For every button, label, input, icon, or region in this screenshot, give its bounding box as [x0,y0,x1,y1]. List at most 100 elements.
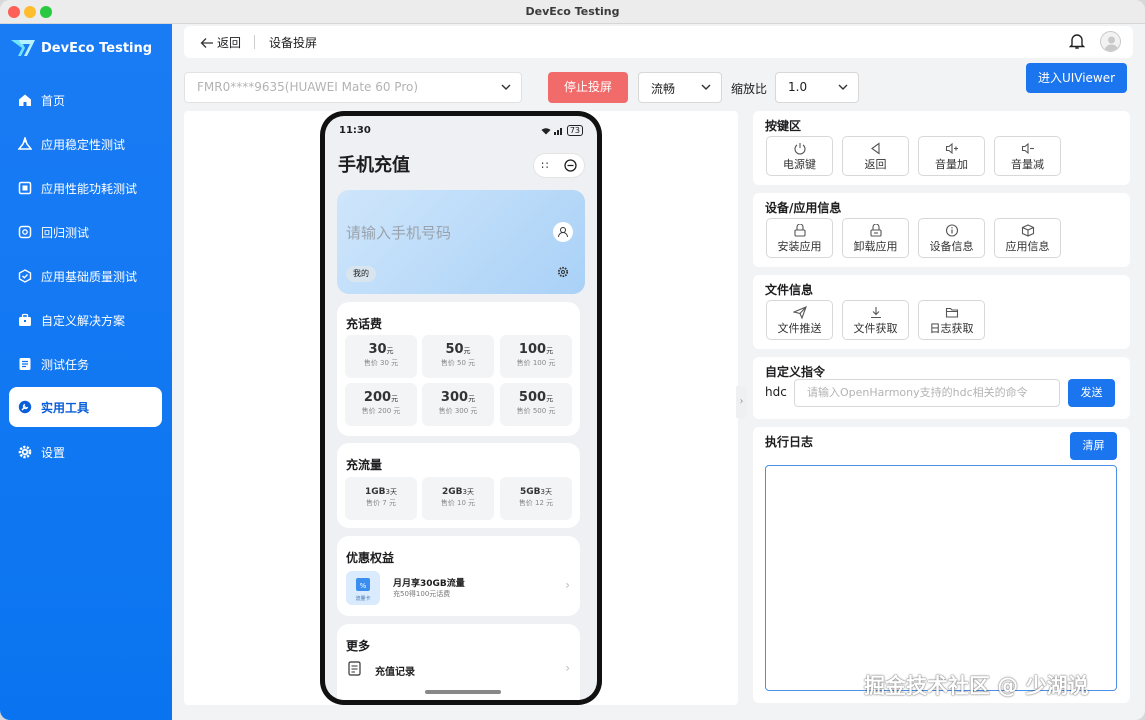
recharge-history-link[interactable]: 充值记录 [375,663,415,678]
zoom-label: 缩放比 [731,82,768,96]
uninstall-icon [869,224,882,237]
custom-command-title: 自定义指令 [765,365,826,379]
deveco-logo-icon [10,38,36,58]
chevron-right-icon[interactable]: › [565,578,570,592]
data-plan-option[interactable]: 5GB3天 售价 12 元 [500,477,572,520]
mine-chip[interactable]: 我的 [346,266,376,282]
uninstall-app-button[interactable]: 卸载应用 [842,218,909,258]
fee-price: 售价 500 元 [516,407,556,415]
fee-amount: 30 [368,342,387,357]
sidebar-item-test-tasks[interactable]: 测试任务 [9,344,162,384]
file-info-panel: 文件信息 文件推送 文件获取 日志获取 [753,275,1130,349]
back-button[interactable]: 返回 [200,34,241,51]
phone-screen[interactable]: 11:30 73 手机充值 ∷ 请输入手机号码 我的 充话费 30元 售价 30… [325,116,597,700]
plan-price: 售价 7 元 [366,499,396,507]
sidebar-item-label: 应用性能功耗测试 [41,181,138,196]
sidebar-item-utilities[interactable]: 实用工具 [9,387,162,427]
call-fee-option[interactable]: 300元 售价 300 元 [422,383,494,426]
fee-unit: 元 [386,347,394,355]
button-label: 电源键 [783,158,816,171]
plan-duration: 3天 [385,488,397,496]
sidebar-item-stability[interactable]: 应用稳定性测试 [9,124,162,164]
home-icon [17,92,33,108]
quality-icon [17,268,33,284]
receipt-icon [348,661,361,676]
avatar[interactable] [1100,31,1121,52]
plan-price: 售价 12 元 [518,499,554,507]
more-dots-icon[interactable]: ∷ [542,159,549,172]
info-icon [945,224,958,237]
sidebar-item-label: 自定义解决方案 [41,313,126,328]
performance-icon [17,180,33,196]
file-push-button[interactable]: 文件推送 [766,300,833,340]
call-fee-option[interactable]: 30元 售价 30 元 [345,335,417,378]
custom-command-panel: 自定义指令 hdc 请输入OpenHarmony支持的hdc相关的命令 发送 [753,357,1130,419]
sidebar-item-settings[interactable]: 设置 [9,432,162,472]
button-label: 返回 [864,158,887,171]
promo-subtitle: 充50得100元话费 [393,590,451,598]
device-select[interactable]: FMR0****9635(HUAWEI Mate 60 Pro) [184,72,522,103]
send-command-button[interactable]: 发送 [1068,379,1115,407]
data-card-icon: % 流量卡 [346,571,380,605]
call-fee-card: 充话费 30元 售价 30 元 50元 售价 50 元 100元 售价 100 元 2… [337,302,580,436]
phone-frame: 11:30 73 手机充值 ∷ 请输入手机号码 我的 充话费 30元 售价 30… [320,111,602,705]
data-plan-option[interactable]: 2GB3天 售价 10 元 [422,477,494,520]
benefits-card: 优惠权益 % 流量卡 月月享30GB流量 充50得100元话费 › [337,536,580,616]
home-indicator[interactable] [425,690,501,694]
log-output[interactable] [765,465,1117,691]
install-app-button[interactable]: 安装应用 [766,218,833,258]
phone-number-input[interactable]: 请输入手机号码 [346,222,451,243]
settings-icon[interactable] [557,266,569,281]
call-fee-option[interactable]: 500元 售价 500 元 [500,383,572,426]
button-label: 日志获取 [929,322,974,335]
bell-icon[interactable] [1068,33,1086,53]
zoom-select[interactable]: 1.0 [775,72,859,103]
chevron-down-icon [838,84,848,90]
device-info-button[interactable]: 设备信息 [918,218,985,258]
data-plan-option[interactable]: 1GB3天 售价 7 元 [345,477,417,520]
sidebar-item-home[interactable]: 首页 [9,80,162,120]
sidebar-item-label: 首页 [41,93,66,108]
keys-panel: 按键区 电源键 返回 音量加 音量减 [753,111,1130,185]
collapse-panel-toggle[interactable]: › [736,386,747,418]
volume-down-button[interactable]: 音量减 [994,136,1061,176]
close-mini-app-icon[interactable] [563,159,577,172]
file-info-panel-title: 文件信息 [765,283,814,297]
quality-select-value: 流畅 [651,82,676,96]
back-label: 返回 [217,36,242,50]
enter-uiviewer-button[interactable]: 进入UIViewer [1026,63,1127,93]
sidebar-item-quality[interactable]: 应用基础质量测试 [9,256,162,296]
chevron-down-icon [501,84,511,90]
power-key-button[interactable]: 电源键 [766,136,833,176]
sidebar-item-performance[interactable]: 应用性能功耗测试 [9,168,162,208]
brand: DevEco Testing [10,38,152,58]
clear-log-button[interactable]: 清屏 [1070,432,1117,460]
call-fee-option[interactable]: 100元 售价 100 元 [500,335,572,378]
execution-log-title: 执行日志 [765,435,814,449]
sidebar-item-regression[interactable]: 回归测试 [9,212,162,252]
app-capsule[interactable]: ∷ [533,153,585,178]
contact-icon[interactable] [553,222,573,242]
button-label: 卸载应用 [853,240,898,253]
chevron-right-icon[interactable]: › [565,661,570,675]
back-triangle-icon [870,142,880,155]
quality-select[interactable]: 流畅 [638,72,722,103]
call-fee-option[interactable]: 200元 售价 200 元 [345,383,417,426]
log-pull-button[interactable]: 日志获取 [918,300,985,340]
app-info-button[interactable]: 应用信息 [994,218,1061,258]
file-pull-button[interactable]: 文件获取 [842,300,909,340]
volume-up-button[interactable]: 音量加 [918,136,985,176]
wrench-icon [17,399,33,415]
stop-mirroring-button[interactable]: 停止投屏 [548,72,628,103]
back-key-button[interactable]: 返回 [842,136,909,176]
fee-price: 售价 300 元 [438,407,478,415]
plan-duration: 3天 [540,488,552,496]
sidebar-item-custom-solution[interactable]: 自定义解决方案 [9,300,162,340]
fee-unit: 元 [468,395,476,403]
watermark: 掘金技术社区 @ 少湖说 [864,674,1089,698]
button-label: 文件推送 [777,322,822,335]
hdc-command-input[interactable]: 请输入OpenHarmony支持的hdc相关的命令 [794,379,1060,407]
device-info-panel-title: 设备/应用信息 [765,201,842,215]
call-fee-option[interactable]: 50元 售价 50 元 [422,335,494,378]
promo-title[interactable]: 月月享30GB流量 [393,576,465,589]
